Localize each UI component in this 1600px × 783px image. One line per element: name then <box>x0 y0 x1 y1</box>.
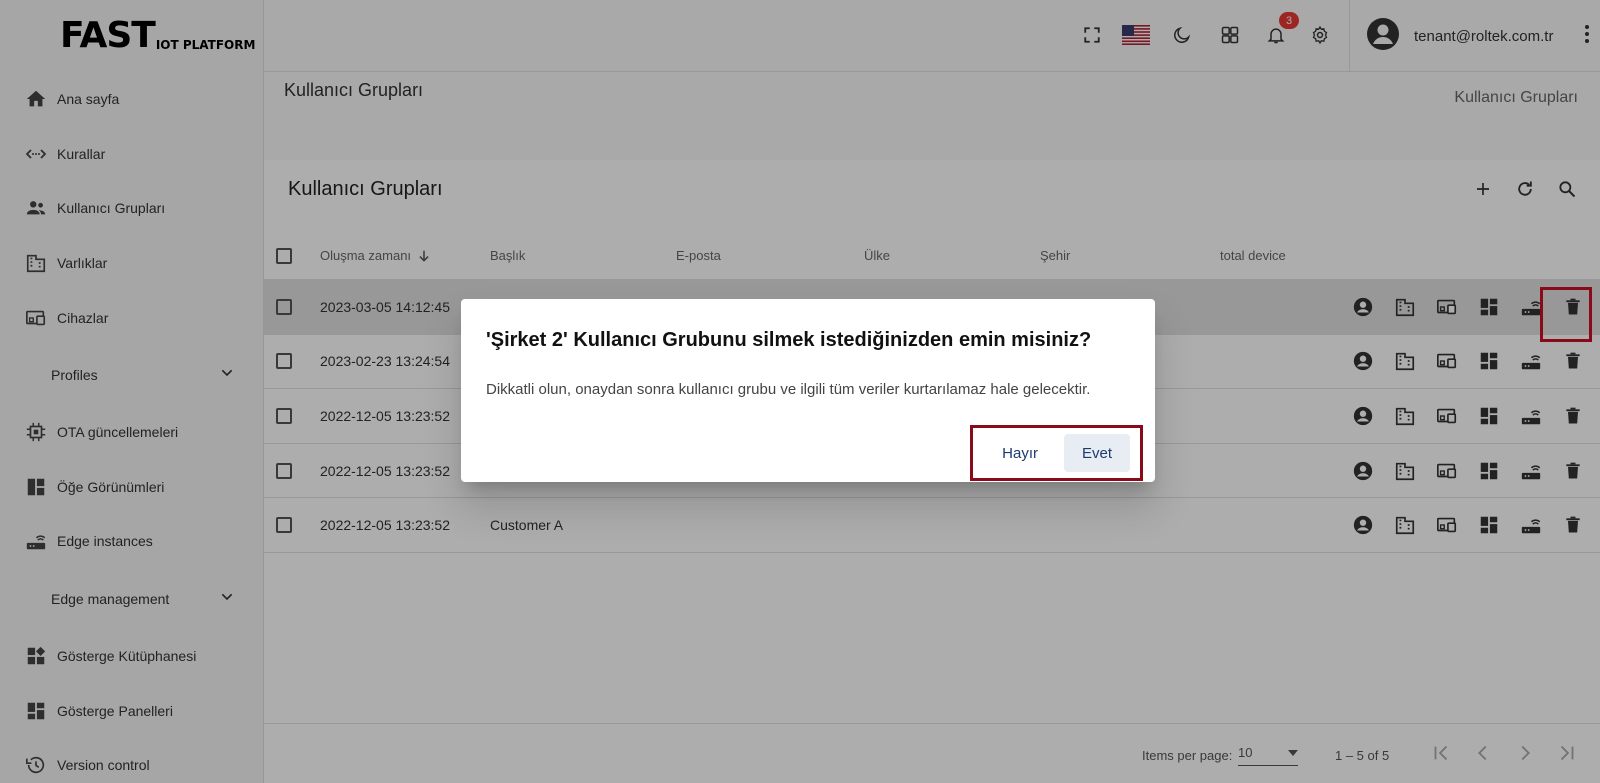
dialog-title: 'Şirket 2' Kullanıcı Grubunu silmek iste… <box>486 329 1092 351</box>
dialog-actions: Hayır Evet <box>970 425 1143 481</box>
confirm-delete-dialog: 'Şirket 2' Kullanıcı Grubunu silmek iste… <box>461 299 1155 482</box>
no-button[interactable]: Hayır <box>984 434 1056 472</box>
yes-button[interactable]: Evet <box>1063 434 1130 472</box>
dialog-message: Dikkatli olun, onaydan sonra kullanıcı g… <box>486 381 1091 398</box>
delete-highlight-box <box>1540 287 1592 342</box>
